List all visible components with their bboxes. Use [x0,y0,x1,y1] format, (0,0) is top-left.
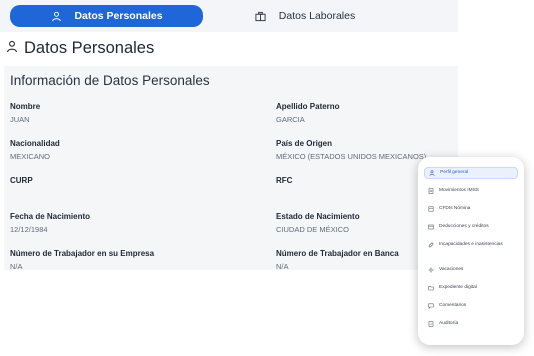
menu-item-incapacidades-inasistencias[interactable]: Incapacidades e inasistencias [424,240,518,250]
field-curp: CURP [10,176,33,189]
field-label: País de Origen [276,139,333,148]
field-value: N/A [10,262,23,271]
folder-icon [428,285,434,291]
field-label: Nacionalidad [10,139,60,148]
profile-menu-popup: Perfil general Movimientos IMSS CFDIs Nó… [418,157,524,345]
person-icon [6,39,18,58]
menu-item-label: Incapacidades e inasistencias [439,242,503,247]
document-icon [428,188,434,194]
field-label: Número de Trabajador en Banca [276,249,399,258]
tab-datos-personales[interactable]: Datos Personales [10,5,203,27]
audit-icon [428,321,434,327]
field-nombre: Nombre JUAN [10,102,40,124]
sun-icon [428,267,434,273]
field-value: MEXICANO [10,152,51,161]
menu-item-label: Deducciones y créditos [439,224,489,229]
menu-item-label: Auditoría [439,321,459,326]
tab-datos-laborales[interactable]: Datos Laborales [205,5,405,27]
tab-bar: Datos Personales Datos Laborales [0,0,458,32]
field-label: CURP [10,176,33,185]
field-rfc: RFC [276,176,292,189]
personal-info-card: Información de Datos Personales Nombre J… [4,66,458,271]
field-estado-nacimiento: Estado de Nacimiento CIUDAD DE MÉXICO [276,212,360,234]
field-label: Fecha de Nacimiento [10,212,91,221]
page-title: Datos Personales [6,39,154,58]
field-label: Número de Trabajador en su Empresa [10,249,155,258]
field-label: Apellido Paterno [276,102,340,111]
menu-item-label: Comentarios [439,303,467,308]
field-value: CIUDAD DE MÉXICO [276,225,349,234]
tab-label: Datos Laborales [278,10,356,22]
menu-item-comentarios[interactable]: Comentarios [424,301,518,311]
briefcase-icon [255,10,267,22]
person-icon [50,10,62,22]
field-nacionalidad: Nacionalidad MEXICANO [10,139,60,161]
page-title-text: Datos Personales [24,39,155,57]
field-label: Nombre [10,102,41,111]
menu-item-cfdis-nomina[interactable]: CFDIs Nómina [424,204,518,214]
field-apellido-paterno: Apellido Paterno GARCIA [276,102,340,124]
tab-label: Datos Personales [74,10,163,22]
receipt-icon [428,206,434,212]
field-value: N/A [276,262,289,271]
field-fecha-nacimiento: Fecha de Nacimiento 12/12/1984 [10,212,90,234]
menu-item-deducciones-creditos[interactable]: Deducciones y créditos [424,222,518,232]
field-numero-trabajador-banca: Número de Trabajador en Banca N/A [276,249,399,271]
menu-item-expediente-digital[interactable]: Expediente digital [424,283,518,293]
menu-item-vacaciones[interactable]: Vacaciones [424,265,518,275]
field-label: RFC [276,176,293,185]
field-label: Estado de Nacimiento [276,212,360,221]
menu-item-label: Expediente digital [439,285,477,290]
menu-item-label: CFDIs Nómina [439,206,471,211]
menu-item-perfil-general[interactable]: Perfil general [424,167,518,179]
list-icon [428,224,434,230]
field-value: JUAN [10,115,30,124]
menu-item-auditoria[interactable]: Auditoría [424,319,518,329]
bandage-icon [428,242,434,248]
field-numero-trabajador-empresa: Número de Trabajador en su Empresa N/A [10,249,154,271]
menu-item-label: Vacaciones [439,267,464,272]
field-value: MÉXICO (ESTADOS UNIDOS MEXICANOS) [276,152,427,161]
comment-icon [428,303,434,309]
card-title: Información de Datos Personales [10,73,210,88]
menu-item-movimientos-imss[interactable]: Movimientos IMSS [424,186,518,196]
field-value: GARCIA [276,115,305,124]
field-pais-origen: País de Origen MÉXICO (ESTADOS UNIDOS ME… [276,139,426,161]
menu-item-label: Movimientos IMSS [439,188,479,193]
person-icon [429,170,435,176]
field-value: 12/12/1984 [10,225,48,234]
menu-item-label: Perfil general [440,170,469,175]
